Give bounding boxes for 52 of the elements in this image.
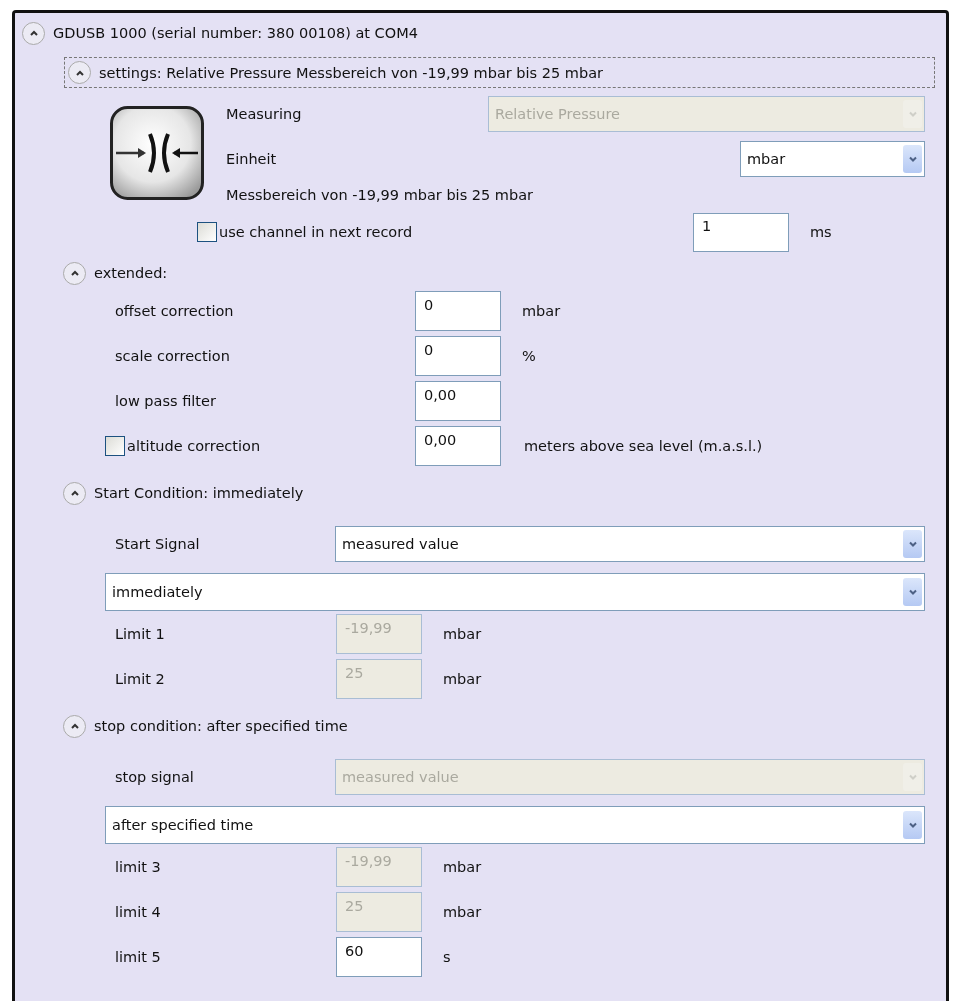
checkbox-label: altitude correction [127,437,262,454]
field-label: limit 3 [115,858,162,875]
signal-dropdown[interactable]: measured value [335,525,925,562]
chevron-up-icon [69,721,80,731]
range-text: Messbereich von -19,99 mbar bis 25 mbar [226,187,534,203]
device-title: GDUSB 1000 (serial number: 380 00108) at COM4 [53,25,418,41]
value-input[interactable]: 0,00 [415,380,501,421]
value-input[interactable]: 0 [415,335,501,376]
collapse-button[interactable] [63,714,86,738]
collapse-button[interactable] [63,481,86,505]
unit-label: meters above sea level (m.a.s.l.) [524,437,763,454]
section-title: settings: Relative Pressure Messbereich von -19,99 mbar bis 25 mbar [99,64,603,81]
field-label: Limit 2 [115,670,166,687]
unit-label: mbar [443,858,482,875]
value-input[interactable]: 0,00 [415,425,501,466]
value-input[interactable]: 0 [415,290,501,331]
collapse-button[interactable] [22,21,45,45]
unit-label: mbar [522,302,561,319]
collapse-button[interactable] [63,261,86,285]
field-label: limit 4 [115,903,162,920]
chevron-up-icon [28,28,39,38]
field-label: offset correction [115,302,235,319]
field-label: Measuring [226,105,303,122]
field-label: stop signal [115,768,195,785]
unit-dropdown[interactable]: mbar [740,140,925,177]
collapse-button[interactable] [68,61,91,84]
checkbox[interactable] [197,222,217,242]
checkbox-label: use channel in next record [219,224,414,240]
field-label: Limit 1 [115,625,166,642]
unit-label: ms [810,224,833,240]
unit-label: % [522,347,536,364]
chevron-up-icon [69,268,80,278]
field-label: limit 5 [115,948,162,965]
field-label: low pass filter [115,392,217,409]
section-title: Start Condition: immediately [94,485,304,501]
section-title: extended: [94,265,168,281]
unit-label: mbar [443,903,482,920]
pressure-sensor-icon [110,106,204,200]
chevron-up-icon [69,488,80,498]
field-label: scale correction [115,347,231,364]
limit-input[interactable]: 60 [336,936,422,977]
field-label: Einheit [226,150,278,167]
unit-label: mbar [443,625,482,642]
unit-label: mbar [443,670,482,687]
unit-label: s [443,948,451,965]
condition-dropdown[interactable]: after specified time [105,806,925,844]
section-title: stop condition: after specified time [94,718,348,734]
section-header[interactable]: settings: Relative Pressure Messbereich von -19,99 mbar bis 25 mbar [64,57,935,88]
interval-input[interactable]: 1 [693,212,789,252]
field-label: Start Signal [115,535,201,552]
checkbox[interactable] [105,435,125,456]
condition-dropdown[interactable]: immediately [105,573,925,611]
